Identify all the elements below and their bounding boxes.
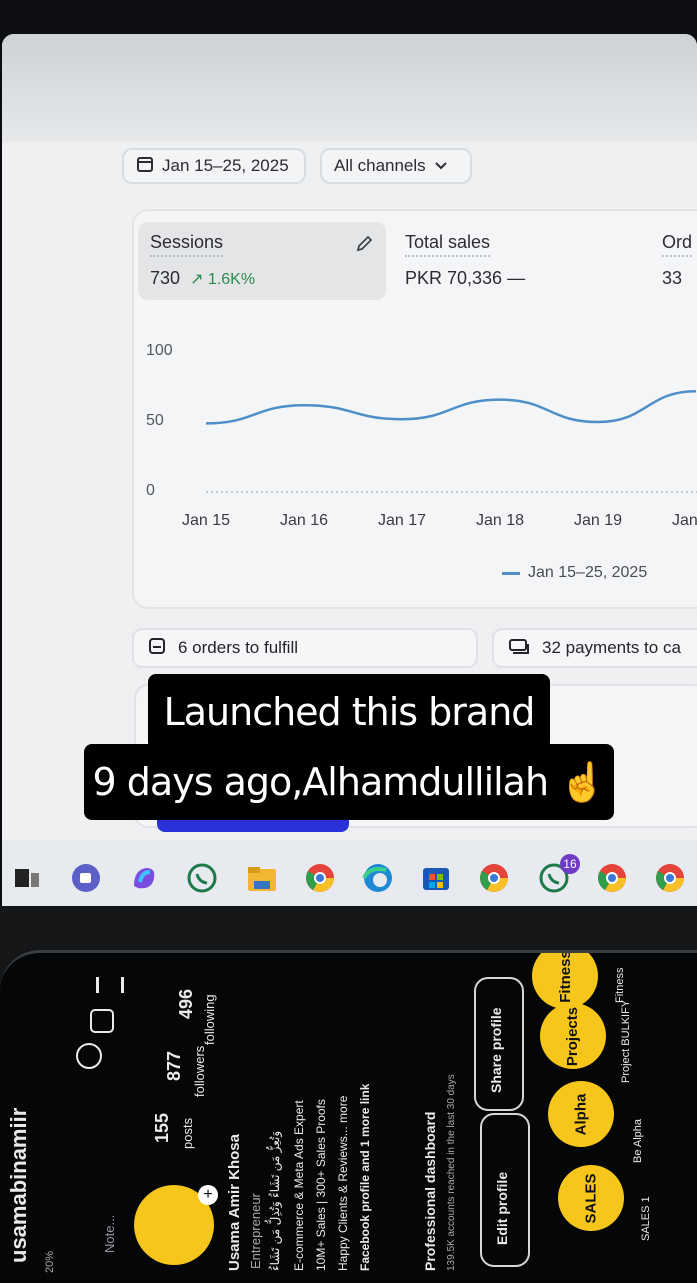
highlight-alpha-caption: Be Alpha bbox=[632, 1118, 644, 1163]
highlight-fitness[interactable]: Fitness bbox=[532, 953, 598, 1009]
followers-label[interactable]: followers bbox=[192, 1046, 207, 1097]
chrome-icon[interactable] bbox=[478, 862, 510, 894]
followers-count[interactable]: 877 bbox=[164, 1051, 185, 1081]
windows-taskbar: 16 bbox=[2, 840, 697, 906]
professional-dashboard[interactable]: Professional dashboard bbox=[422, 1112, 438, 1271]
pro-dashboard-reach: 139.5K accounts reached in the last 30 d… bbox=[446, 1074, 457, 1271]
bio-links[interactable]: Facebook profile and 1 more link bbox=[358, 1084, 372, 1271]
whatsapp-business-icon[interactable]: 16 bbox=[538, 854, 580, 894]
profile-name: Usama Amir Khosa bbox=[226, 1134, 243, 1271]
task-view-icon[interactable] bbox=[10, 862, 42, 894]
share-profile-label: Share profile bbox=[488, 1007, 504, 1093]
bio-line-1: وَتُعِزُّ مَن تَشَاءُ وَتُذِلُّ مَن تَشَ… bbox=[268, 1130, 282, 1271]
story-photo: Jan 15–25, 2025 All channels Sessions 73… bbox=[0, 0, 697, 1283]
payments-to-capture[interactable]: 32 payments to ca bbox=[492, 628, 697, 668]
story-top-bar bbox=[0, 0, 697, 34]
highlight-projects[interactable]: Projects bbox=[540, 1003, 606, 1069]
copilot-icon[interactable] bbox=[128, 862, 160, 894]
highlight-sales-caption: SALES 1 bbox=[640, 1196, 652, 1241]
orders-to-fulfill-label: 6 orders to fulfill bbox=[178, 638, 298, 657]
posts-count: 155 bbox=[152, 1112, 172, 1143]
series-line bbox=[205, 389, 697, 425]
edge-icon[interactable] bbox=[362, 862, 394, 894]
posts-label: posts bbox=[180, 1117, 195, 1149]
story-caption-line-1: Launched this brand bbox=[148, 674, 550, 750]
file-explorer-icon[interactable] bbox=[246, 862, 278, 894]
story-caption-line-2: 9 days ago,Alhamdullilah ☝️ bbox=[84, 744, 614, 820]
payments-label: 32 payments to ca bbox=[542, 638, 681, 657]
sessions-chart bbox=[205, 389, 697, 493]
highlight-fitness-caption: Fitness bbox=[614, 967, 626, 1003]
profile-note[interactable]: Note... bbox=[102, 1215, 117, 1253]
menu-icon[interactable] bbox=[96, 977, 124, 993]
bio-line-2: E-commerce & Meta Ads Expert bbox=[292, 1100, 306, 1271]
phone-screen: usamabinamiir 20% Note... + 155 posts 87… bbox=[0, 950, 697, 1283]
chrome-profile-2-icon[interactable] bbox=[596, 862, 628, 894]
notification-badge: 16 bbox=[560, 854, 580, 874]
chrome-profile-icon[interactable] bbox=[304, 862, 336, 894]
payment-icon bbox=[508, 637, 530, 660]
following-count[interactable]: 496 bbox=[176, 989, 197, 1019]
profile-category: Entrepreneur bbox=[248, 1193, 263, 1269]
orders-to-fulfill[interactable]: 6 orders to fulfill bbox=[132, 628, 478, 668]
whatsapp-icon[interactable] bbox=[186, 862, 218, 894]
edit-profile-label: Edit profile bbox=[494, 1171, 510, 1245]
bio-line-3: 10M+ Sales | 300+ Sales Proofs bbox=[314, 1099, 328, 1271]
legend-label: Jan 15–25, 2025 bbox=[528, 564, 648, 581]
highlight-sales[interactable]: SALES bbox=[558, 1165, 624, 1231]
chart-legend: Jan 15–25, 2025 bbox=[502, 564, 647, 582]
status-battery: 20% bbox=[44, 1250, 56, 1273]
legend-swatch bbox=[502, 571, 520, 575]
profile-username: usamabinamiir bbox=[6, 1107, 31, 1263]
bio-line-4[interactable]: Happy Clients & Reviews... more bbox=[336, 1096, 350, 1271]
add-story-icon[interactable]: + bbox=[198, 1185, 218, 1205]
microsoft-store-icon[interactable] bbox=[420, 862, 452, 894]
highlight-alpha[interactable]: Alpha bbox=[548, 1081, 614, 1147]
order-icon bbox=[148, 637, 166, 660]
threads-icon[interactable] bbox=[76, 1043, 102, 1069]
chrome-profile-3-icon[interactable] bbox=[654, 862, 686, 894]
highlight-projects-caption: Project BULKIFY bbox=[620, 999, 632, 1083]
following-label[interactable]: following bbox=[202, 994, 217, 1045]
create-icon[interactable] bbox=[90, 1009, 114, 1033]
teams-icon[interactable] bbox=[70, 862, 102, 894]
